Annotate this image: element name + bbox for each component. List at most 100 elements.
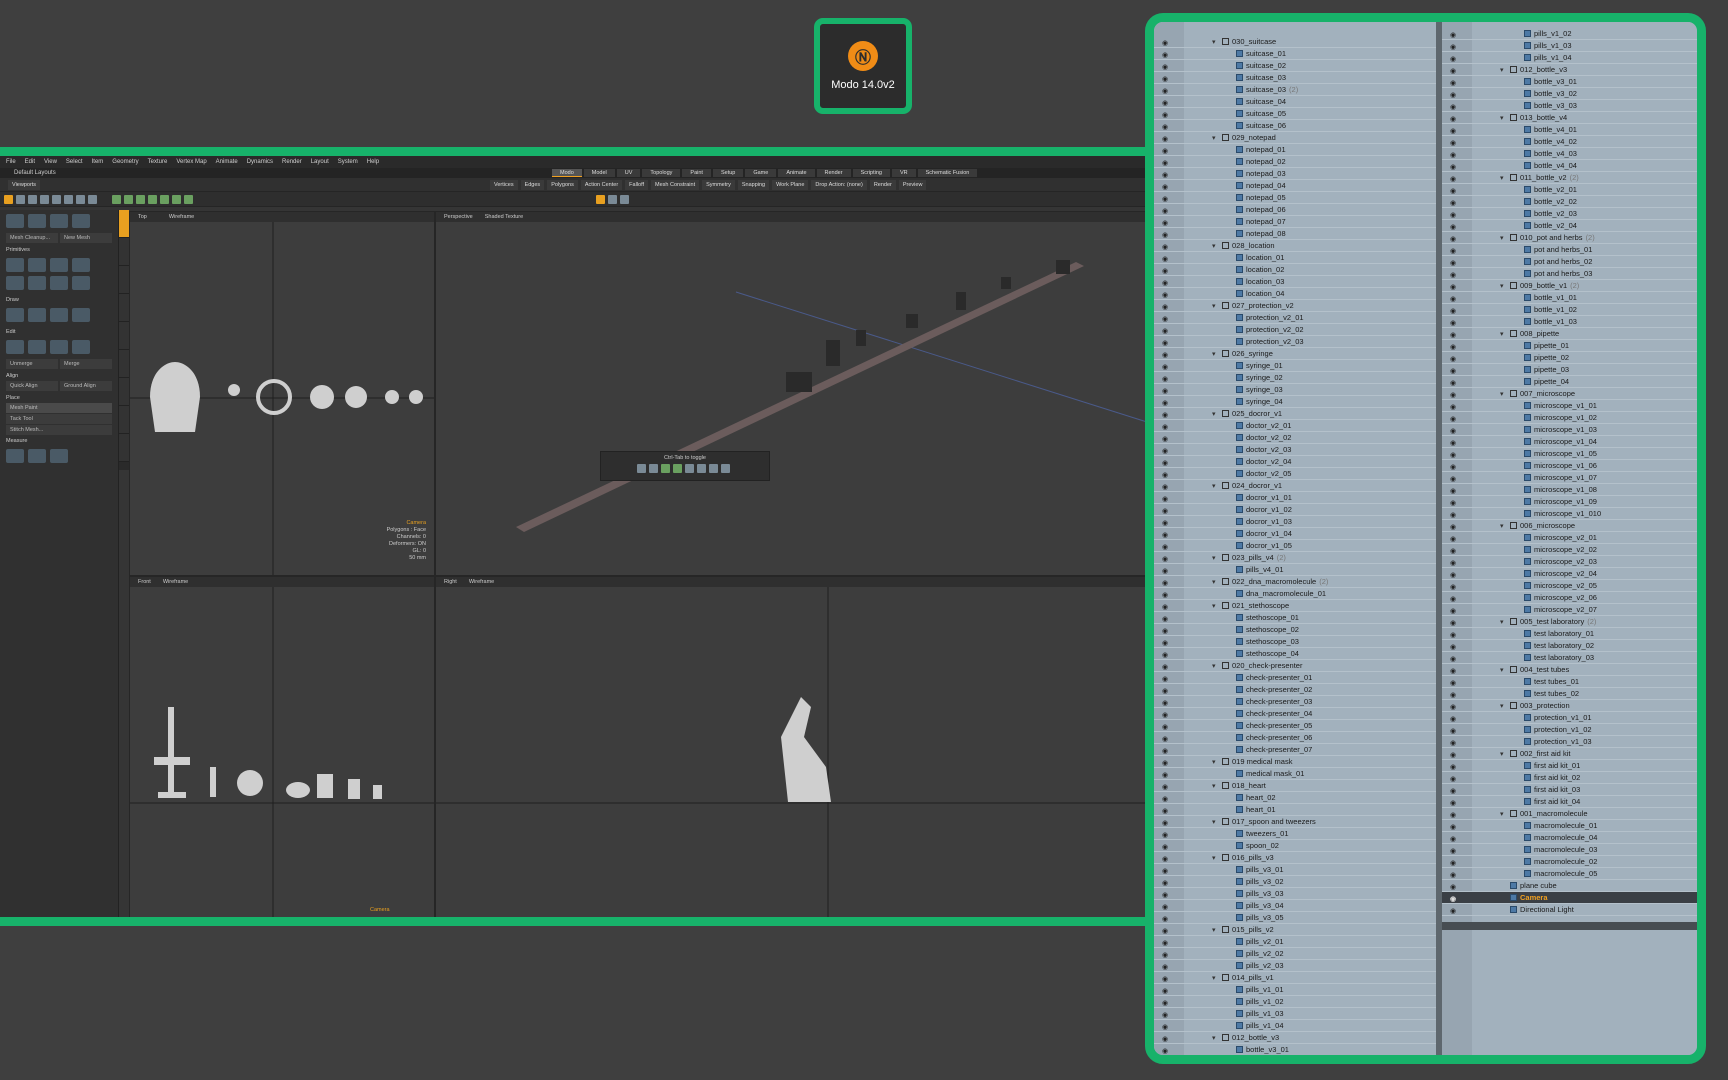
edge-mode-icon[interactable]: [136, 194, 145, 204]
list-item[interactable]: ◉ syringe_01: [1154, 360, 1436, 372]
tab-edge[interactable]: [119, 350, 129, 378]
list-item[interactable]: ◉ pot and herbs_02: [1442, 256, 1697, 268]
scale-tool-icon[interactable]: [40, 194, 49, 204]
list-item[interactable]: ◉ microscope_v1_03: [1442, 424, 1697, 436]
list-item[interactable]: ◉ Directional Light: [1442, 904, 1697, 916]
mesh-op-icon[interactable]: [28, 214, 46, 228]
list-item[interactable]: ◉ bottle_v4_04: [1442, 160, 1697, 172]
list-item[interactable]: ◉ bottle_v3_01: [1154, 1044, 1436, 1055]
list-item[interactable]: ◉ microscope_v1_06: [1442, 460, 1697, 472]
menu-select[interactable]: Select: [66, 159, 83, 165]
mesh-fusion-icon[interactable]: [72, 214, 90, 228]
front-viewport[interactable]: Front Wireframe Camera: [129, 576, 435, 917]
list-item[interactable]: ◉ syringe_02: [1154, 372, 1436, 384]
group-row[interactable]: ◉ ▾ 015_pills_v2: [1154, 924, 1436, 936]
tab-fusion[interactable]: [119, 434, 129, 462]
list-item[interactable]: ◉ bottle_v2_03: [1442, 208, 1697, 220]
symmetry-button[interactable]: Symmetry: [702, 180, 735, 190]
delete-icon[interactable]: [72, 340, 90, 354]
tab-vertex[interactable]: [119, 322, 129, 350]
list-item[interactable]: ◉ first aid kit_04: [1442, 796, 1697, 808]
list-item[interactable]: ◉ doctor_v2_04: [1154, 456, 1436, 468]
list-item[interactable]: ◉ protection_v2_01: [1154, 312, 1436, 324]
item-mode-icon[interactable]: [112, 194, 121, 204]
group-row[interactable]: ◉ ▾ 027_protection_v2: [1154, 300, 1436, 312]
group-row[interactable]: ◉ ▾ 011_bottle_v2 (2): [1442, 172, 1697, 184]
menu-animate[interactable]: Animate: [216, 159, 238, 165]
list-item[interactable]: ◉ protection_v2_03: [1154, 336, 1436, 348]
top-shading-label[interactable]: Wireframe: [169, 214, 194, 220]
select-tool-icon[interactable]: [4, 194, 13, 204]
tack-tool-button[interactable]: Tack Tool: [6, 414, 112, 424]
list-item[interactable]: ◉ location_01: [1154, 252, 1436, 264]
cube-primitive-icon[interactable]: [6, 258, 24, 272]
list-item[interactable]: ◉ syringe_04: [1154, 396, 1436, 408]
list-item[interactable]: ◉ docror_v1_05: [1154, 540, 1436, 552]
list-item[interactable]: ◉ pot and herbs_01: [1442, 244, 1697, 256]
list-item[interactable]: ◉ check-presenter_02: [1154, 684, 1436, 696]
work-plane-button[interactable]: Work Plane: [772, 180, 809, 190]
group-row[interactable]: ◉ ▾ 022_dna_macromolecule (2): [1154, 576, 1436, 588]
viewports-button[interactable]: Viewports: [8, 180, 41, 190]
tab-polygon[interactable]: [119, 378, 129, 406]
list-item[interactable]: ◉ microscope_v1_01: [1442, 400, 1697, 412]
group-row[interactable]: ◉ ▾ 019 medical mask: [1154, 756, 1436, 768]
list-item[interactable]: ◉ docror_v1_03: [1154, 516, 1436, 528]
visibility-eye-icon[interactable]: ◉: [1162, 1046, 1170, 1055]
layout-tab-animate[interactable]: Animate: [778, 169, 815, 177]
render-button[interactable]: Render: [869, 180, 896, 190]
list-item[interactable]: ◉ pills_v1_02: [1154, 996, 1436, 1008]
group-row[interactable]: ◉ ▾ 003_protection: [1442, 700, 1697, 712]
menu-texture[interactable]: Texture: [148, 159, 168, 165]
menu-item[interactable]: Item: [92, 159, 104, 165]
popup-view-icon-7[interactable]: [709, 464, 718, 473]
list-item[interactable]: ◉ suitcase_02: [1154, 60, 1436, 72]
new-mesh-button[interactable]: New Mesh: [60, 233, 112, 243]
paste-icon[interactable]: [50, 340, 68, 354]
measure-header[interactable]: Measure: [0, 437, 118, 445]
list-item[interactable]: ◉ doctor_v2_03: [1154, 444, 1436, 456]
ground-align-button[interactable]: Ground Align: [60, 381, 112, 391]
list-item[interactable]: ◉ pills_v3_03: [1154, 888, 1436, 900]
list-item[interactable]: ◉ location_04: [1154, 288, 1436, 300]
list-item[interactable]: ◉ protection_v1_01: [1442, 712, 1697, 724]
curve-tool-icon[interactable]: [50, 308, 68, 322]
list-item[interactable]: ◉ microscope_v2_07: [1442, 604, 1697, 616]
layout-tab-topology[interactable]: Topology: [642, 169, 681, 177]
tab-deform[interactable]: [119, 238, 129, 266]
viewport-quad-icon[interactable]: [620, 194, 629, 204]
list-item[interactable]: ◉ macromolecule_04: [1442, 832, 1697, 844]
preview-button[interactable]: Preview: [898, 180, 927, 190]
edit-header[interactable]: Edit: [0, 328, 118, 336]
list-item[interactable]: ◉ stethoscope_03: [1154, 636, 1436, 648]
list-item[interactable]: ◉ location_03: [1154, 276, 1436, 288]
list-item[interactable]: ◉ stethoscope_02: [1154, 624, 1436, 636]
perspective-viewport[interactable]: Perspective Shaded Texture: [435, 211, 1146, 576]
popup-view-icon-5[interactable]: [685, 464, 694, 473]
tab-edit[interactable]: [119, 294, 129, 322]
layout-tab-vr[interactable]: VR: [891, 169, 916, 177]
list-item[interactable]: ◉ heart_01: [1154, 804, 1436, 816]
snapping-button[interactable]: Snapping: [737, 180, 770, 190]
list-item[interactable]: ◉ pills_v1_02: [1442, 28, 1697, 40]
list-item[interactable]: ◉ pipette_04: [1442, 376, 1697, 388]
right-view-label[interactable]: Right: [444, 579, 457, 585]
list-item[interactable]: ◉ doctor_v2_02: [1154, 432, 1436, 444]
list-item[interactable]: ◉ dna_macromolecule_01: [1154, 588, 1436, 600]
group-row[interactable]: ◉ ▾ 001_macromolecule: [1442, 808, 1697, 820]
list-item[interactable]: ◉ suitcase_03: [1154, 72, 1436, 84]
list-item[interactable]: ◉ macromolecule_03: [1442, 844, 1697, 856]
place-header[interactable]: Place: [0, 394, 118, 402]
list-item[interactable]: ◉ notepad_04: [1154, 180, 1436, 192]
list-item[interactable]: ◉ macromolecule_05: [1442, 868, 1697, 880]
list-item[interactable]: ◉ test laboratory_03: [1442, 652, 1697, 664]
list-item[interactable]: ◉ pot and herbs_03: [1442, 268, 1697, 280]
right-shading-label[interactable]: Wireframe: [469, 579, 494, 585]
bezier-tool-icon[interactable]: [72, 308, 90, 322]
center-mode-icon[interactable]: [184, 194, 193, 204]
group-row[interactable]: ◉ ▾ 007_microscope: [1442, 388, 1697, 400]
popup-view-icon-8[interactable]: [721, 464, 730, 473]
list-item[interactable]: ◉ bottle_v2_01: [1442, 184, 1697, 196]
disc-primitive-icon[interactable]: [50, 258, 68, 272]
list-item[interactable]: ◉ bottle_v2_02: [1442, 196, 1697, 208]
